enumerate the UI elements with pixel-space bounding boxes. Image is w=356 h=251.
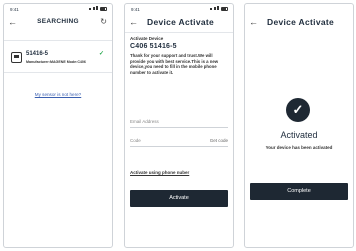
code-field[interactable]: Code Get code (130, 135, 228, 147)
sensor-not-here-link[interactable]: My sensor is not here? (4, 92, 112, 97)
sensor-device-icon (11, 52, 22, 63)
status-bar: 9:41 (4, 4, 112, 14)
complete-button[interactable]: Complete (250, 183, 348, 200)
battery-icon (100, 6, 107, 11)
page-title: Device Activate (147, 17, 215, 27)
activated-screen: ← Device Activate ✓ Activated Your devic… (244, 3, 354, 248)
code-placeholder: Code (130, 138, 141, 143)
refresh-icon[interactable]: ↻ (100, 16, 107, 28)
device-list-item[interactable]: 51416-5 Manufacturer:MAGENE Mode:C406 ✓ (9, 48, 107, 68)
divider (125, 32, 233, 33)
status-time: 9:41 (10, 7, 19, 12)
check-icon: ✓ (98, 51, 104, 57)
device-name: 51416-5 (26, 51, 49, 57)
searching-screen: 9:41 ← SEARCHING ↻ 51416-5 Manufacturer:… (3, 3, 113, 248)
signal-icon (210, 6, 219, 11)
device-meta: Manufacturer:MAGENE Mode:C406 (26, 60, 86, 64)
page-title: SEARCHING (37, 18, 79, 25)
status-time: 9:41 (131, 7, 140, 12)
success-check-icon: ✓ (286, 98, 310, 122)
system-icons (89, 6, 107, 11)
activate-by-phone-link[interactable]: Activate using phone nuber (130, 170, 189, 175)
activated-heading: Activated (280, 130, 318, 140)
device-activate-screen: 9:41 ← Device Activate Activate Device C… (124, 3, 234, 248)
signal-icon (89, 6, 98, 11)
get-code-button[interactable]: Get code (210, 138, 228, 143)
activate-device-label: Activate Device (130, 36, 164, 41)
status-bar: 9:41 (125, 4, 233, 14)
nav-bar: ← SEARCHING ↻ (4, 16, 112, 28)
email-placeholder: Email Address (130, 119, 159, 124)
system-icons (210, 6, 228, 11)
activated-message: Your device has been activated (265, 145, 333, 150)
back-arrow-icon[interactable]: ← (249, 16, 258, 28)
nav-bar: ← Device Activate (125, 16, 233, 28)
nav-bar: ← Device Activate (245, 16, 353, 28)
divider (4, 40, 112, 41)
back-arrow-icon[interactable]: ← (129, 16, 138, 28)
activation-message: Thank for your support and trust.We will… (130, 53, 219, 75)
activate-button[interactable]: Activate (130, 190, 228, 207)
battery-icon (221, 6, 228, 11)
email-field[interactable]: Email Address (130, 116, 228, 128)
device-code: C406 51416-5 (130, 43, 177, 50)
divider (4, 72, 112, 73)
page-title: Device Activate (267, 17, 335, 27)
activation-info: Activate Device C406 51416-5 Thank for y… (130, 36, 228, 75)
